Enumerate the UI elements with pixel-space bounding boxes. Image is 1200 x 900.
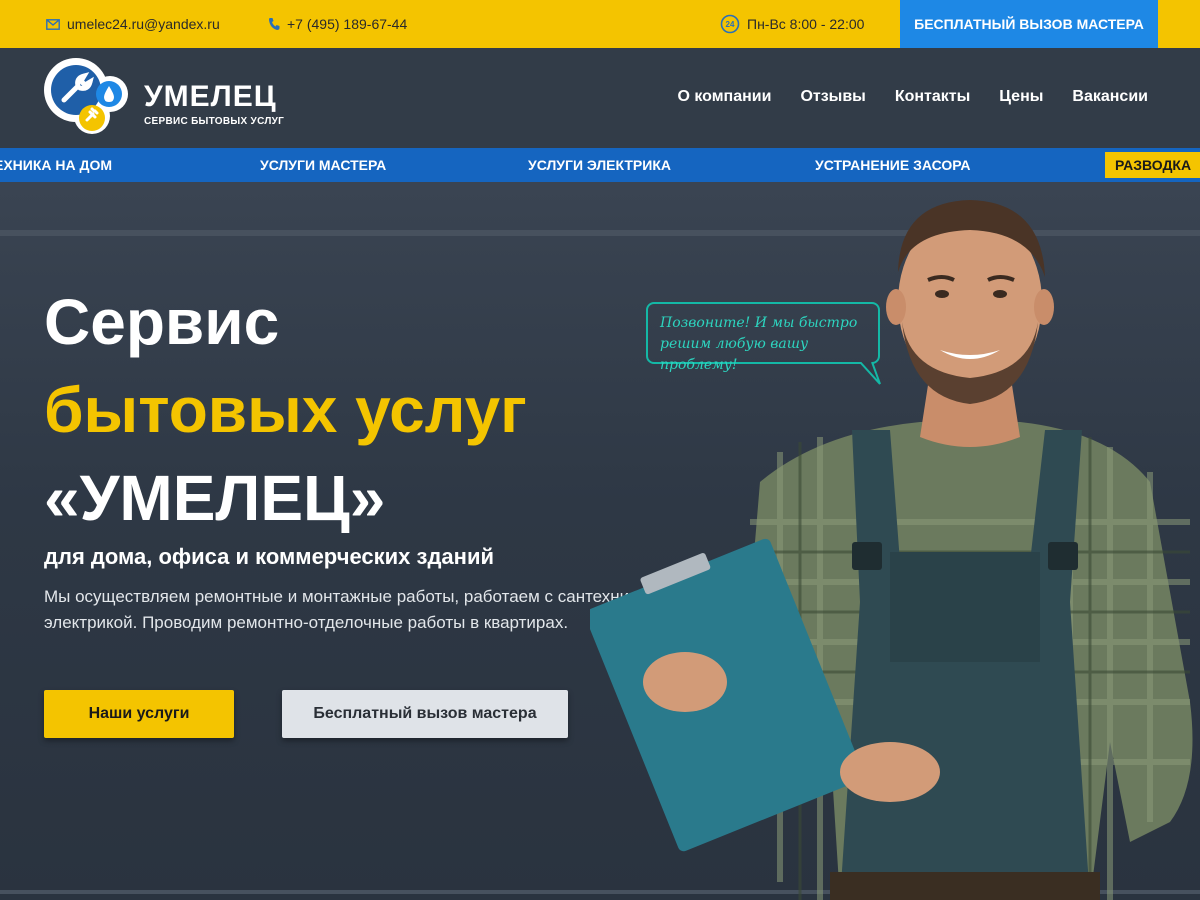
speech-bubble-text: Позвоните! И мы быстро решим любую вашу … bbox=[660, 315, 858, 373]
logo-subtitle: СЕРВИС БЫТОВЫХ УСЛУГ bbox=[144, 116, 285, 127]
phone-icon bbox=[269, 18, 280, 30]
nav-about[interactable]: О компании bbox=[677, 88, 771, 106]
logo[interactable]: УМЕЛЕЦ СЕРВИС БЫТОВЫХ УСЛУГ bbox=[44, 58, 294, 138]
clock-24-icon: 24 bbox=[720, 14, 740, 34]
hours-text: Пн-Вс 8:00 - 22:00 bbox=[747, 16, 865, 32]
topbar-phone[interactable]: +7 (495) 189-67-44 bbox=[268, 0, 407, 48]
email-text: umelec24.ru@yandex.ru bbox=[67, 16, 220, 32]
mail-icon bbox=[46, 18, 60, 30]
hero-title-line2: бытовых услуг bbox=[44, 374, 527, 446]
free-master-call-button[interactable]: Бесплатный вызов мастера bbox=[282, 690, 568, 738]
phone-text: +7 (495) 189-67-44 bbox=[287, 16, 408, 32]
svg-text:24: 24 bbox=[726, 20, 735, 29]
hero-subtitle: для дома, офиса и коммерческих зданий bbox=[44, 544, 495, 569]
speech-bubble-tail bbox=[859, 362, 881, 385]
hero-title-line1: Сервис bbox=[44, 286, 280, 358]
top-bar: umelec24.ru@yandex.ru +7 (495) 189-67-44… bbox=[0, 0, 1200, 48]
nav-reviews[interactable]: Отзывы bbox=[800, 88, 865, 106]
topbar-email[interactable]: umelec24.ru@yandex.ru bbox=[46, 0, 220, 48]
service-clog-removal[interactable]: УСТРАНЕНИЕ ЗАСОРА bbox=[815, 148, 971, 182]
header: УМЕЛЕЦ СЕРВИС БЫТОВЫХ УСЛУГ О компании О… bbox=[0, 48, 1200, 148]
logo-title: УМЕЛЕЦ bbox=[144, 80, 277, 113]
nav-vacancies[interactable]: Вакансии bbox=[1072, 88, 1148, 106]
hero-description: Мы осуществляем ремонтные и монтажные ра… bbox=[44, 587, 670, 632]
our-services-button[interactable]: Наши услуги bbox=[44, 690, 234, 738]
nav-prices[interactable]: Цены bbox=[999, 88, 1043, 106]
service-appliance-home[interactable]: ЕХНИКА НА ДОМ bbox=[0, 148, 112, 182]
worker-image bbox=[590, 200, 1193, 900]
hero-section: Сервис бытовых услуг «УМЕЛЕЦ» для дома, … bbox=[0, 182, 1200, 900]
topbar-hours: 24 Пн-Вс 8:00 - 22:00 bbox=[720, 0, 864, 48]
service-electrician[interactable]: УСЛУГИ ЭЛЕКТРИКА bbox=[528, 148, 671, 182]
main-nav: О компании Отзывы Контакты Цены Вакансии bbox=[677, 88, 1148, 106]
nav-contacts[interactable]: Контакты bbox=[895, 88, 970, 106]
hero-title-line3: «УМЕЛЕЦ» bbox=[44, 462, 386, 534]
free-call-master-button[interactable]: БЕСПЛАТНЫЙ ВЫЗОВ МАСТЕРА bbox=[900, 0, 1158, 48]
speech-bubble: Позвоните! И мы быстро решим любую вашу … bbox=[646, 302, 880, 373]
wrench-drop-plug-logo bbox=[44, 58, 128, 134]
service-master[interactable]: УСЛУГИ МАСТЕРА bbox=[260, 148, 386, 182]
services-strip: ЕХНИКА НА ДОМ УСЛУГИ МАСТЕРА УСЛУГИ ЭЛЕК… bbox=[0, 148, 1200, 182]
service-wiring[interactable]: РАЗВОДКА bbox=[1105, 152, 1200, 178]
